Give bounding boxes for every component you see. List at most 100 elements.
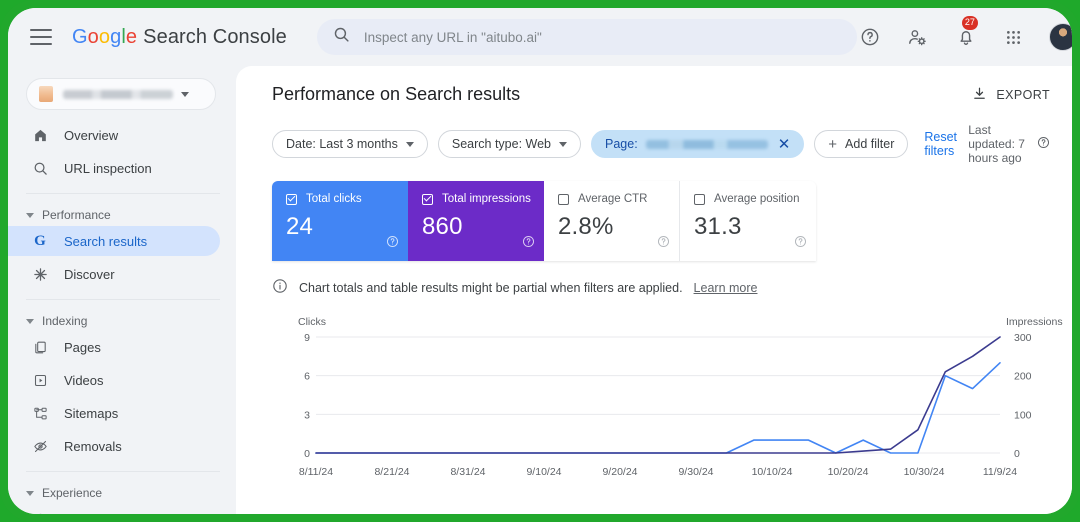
filter-date-label: Date: Last 3 months — [286, 137, 398, 151]
checkbox-checked-icon[interactable] — [286, 193, 297, 205]
help-icon[interactable] — [794, 235, 807, 253]
videos-icon — [30, 373, 50, 388]
sidebar-item-label: Removals — [64, 438, 122, 454]
help-icon[interactable] — [657, 235, 670, 253]
user-avatar[interactable] — [1048, 23, 1072, 51]
removals-eye-off-icon — [30, 439, 50, 454]
last-updated-label: Last updated: 7 hours ago — [968, 123, 1025, 165]
search-input[interactable] — [363, 29, 841, 45]
sidebar-item-url-inspection[interactable]: URL inspection — [8, 153, 220, 183]
svg-text:9/20/24: 9/20/24 — [602, 466, 637, 478]
reset-filters-link[interactable]: Reset filters — [924, 130, 958, 158]
metric-label: Average position — [714, 193, 800, 205]
metric-card-header: Total clicks — [286, 193, 396, 205]
metric-card-total-impressions[interactable]: Total impressions 860 — [408, 181, 544, 261]
filter-page[interactable]: Page: ✕ — [591, 130, 805, 158]
notifications-bell-icon[interactable]: 27 — [953, 16, 979, 50]
property-favicon-icon — [39, 86, 53, 102]
close-icon[interactable]: ✕ — [778, 137, 791, 152]
chevron-down-icon — [26, 490, 34, 496]
svg-text:3: 3 — [304, 409, 310, 421]
svg-text:200: 200 — [1014, 371, 1032, 383]
sidebar-divider — [26, 193, 220, 194]
filter-date[interactable]: Date: Last 3 months — [272, 130, 428, 158]
url-inspection-search-bar[interactable] — [316, 19, 857, 55]
svg-text:10/30/24: 10/30/24 — [904, 466, 945, 478]
help-icon[interactable] — [522, 235, 535, 253]
sidebar-section-performance[interactable]: Performance — [26, 208, 236, 222]
info-icon — [272, 278, 288, 297]
sidebar-item-videos[interactable]: Videos — [8, 365, 220, 395]
sidebar-item-label: Videos — [64, 372, 104, 388]
svg-text:100: 100 — [1014, 409, 1032, 421]
sidebar-section-experience[interactable]: Experience — [26, 486, 236, 500]
notification-badge: 27 — [961, 16, 978, 30]
filter-bar: Date: Last 3 months Search type: Web Pag… — [272, 123, 1050, 165]
svg-text:6: 6 — [304, 371, 310, 383]
sidebar-section-indexing[interactable]: Indexing — [26, 314, 236, 328]
apps-grid-icon[interactable] — [1001, 24, 1027, 50]
pages-icon — [30, 340, 50, 355]
plus-icon: + — [828, 135, 838, 153]
brand-title: Google Search Console — [72, 26, 287, 49]
sidebar-item-search-results[interactable]: G Search results — [8, 226, 220, 256]
main-padding: Performance on Search results EXPORT Dat… — [236, 66, 1072, 485]
help-icon[interactable] — [386, 235, 399, 253]
sidebar-item-discover[interactable]: Discover — [8, 259, 220, 289]
property-name-redacted — [63, 89, 173, 99]
help-icon[interactable] — [1037, 136, 1050, 152]
metric-card-average-position[interactable]: Average position 31.3 — [680, 181, 816, 261]
export-button[interactable]: EXPORT — [972, 86, 1050, 104]
sidebar-divider — [26, 299, 220, 300]
page-header: Performance on Search results EXPORT — [272, 66, 1050, 105]
add-filter-label: Add filter — [845, 137, 895, 151]
svg-text:9: 9 — [304, 332, 310, 344]
sidebar-item-pages[interactable]: Pages — [8, 332, 220, 362]
metric-label: Average CTR — [578, 193, 648, 205]
google-g-icon: G — [34, 232, 46, 249]
partial-results-notice: Chart totals and table results might be … — [272, 278, 1050, 297]
account-settings-icon[interactable] — [905, 24, 931, 50]
svg-text:Clicks: Clicks — [298, 316, 326, 328]
sidebar-item-overview[interactable]: Overview — [8, 120, 220, 150]
header-icon-group: 27 — [857, 16, 1072, 51]
page-experience-icon — [30, 512, 50, 514]
chevron-down-icon — [26, 212, 34, 218]
add-filter-button[interactable]: + Add filter — [814, 130, 909, 158]
metric-value: 2.8% — [558, 213, 614, 240]
filter-search-type[interactable]: Search type: Web — [437, 130, 582, 158]
green-border-frame: GoogleSearch Console 27 — [0, 0, 1080, 522]
svg-text:0: 0 — [1014, 448, 1020, 460]
checkbox-checked-icon[interactable] — [422, 193, 433, 205]
checkbox-unchecked-icon[interactable] — [558, 193, 569, 205]
app-body: Overview URL inspection Performance G Se… — [8, 66, 1072, 514]
sidebar-divider — [26, 471, 220, 472]
chart-svg[interactable]: Clicks Impressions 0 0 3 100 6 200 9 300 8/11/24 8/… — [272, 315, 1072, 485]
svg-text:Impressions: Impressions — [1006, 316, 1063, 328]
metric-card-average-ctr[interactable]: Average CTR 2.8% — [544, 181, 680, 261]
sidebar-item-label: Overview — [64, 127, 119, 143]
notice-text: Chart totals and table results might be … — [299, 280, 683, 295]
sidebar-item-page-experience[interactable]: Page Experience — [8, 504, 220, 514]
chevron-down-icon — [405, 141, 414, 147]
metric-card-total-clicks[interactable]: Total clicks 24 — [272, 181, 408, 261]
svg-text:9/10/24: 9/10/24 — [526, 466, 561, 478]
checkbox-unchecked-icon[interactable] — [694, 193, 705, 205]
filter-search-type-label: Search type: Web — [451, 137, 552, 151]
search-icon — [333, 26, 350, 48]
svg-text:8/11/24: 8/11/24 — [299, 466, 333, 478]
sidebar-item-label: Search results — [64, 233, 148, 249]
chevron-down-icon — [26, 318, 34, 324]
metric-value: 24 — [286, 213, 314, 240]
help-icon[interactable] — [857, 24, 883, 50]
svg-text:9/30/24: 9/30/24 — [678, 466, 713, 478]
chevron-down-icon — [181, 91, 189, 97]
learn-more-link[interactable]: Learn more — [694, 281, 758, 295]
sidebar-item-removals[interactable]: Removals — [8, 431, 220, 461]
hamburger-menu-icon[interactable] — [30, 29, 52, 45]
export-label: EXPORT — [996, 87, 1050, 102]
property-selector[interactable] — [26, 78, 216, 110]
metric-card-header: Average CTR — [558, 193, 667, 205]
sidebar-section-label: Performance — [42, 208, 111, 222]
sidebar-item-sitemaps[interactable]: Sitemaps — [8, 398, 220, 428]
